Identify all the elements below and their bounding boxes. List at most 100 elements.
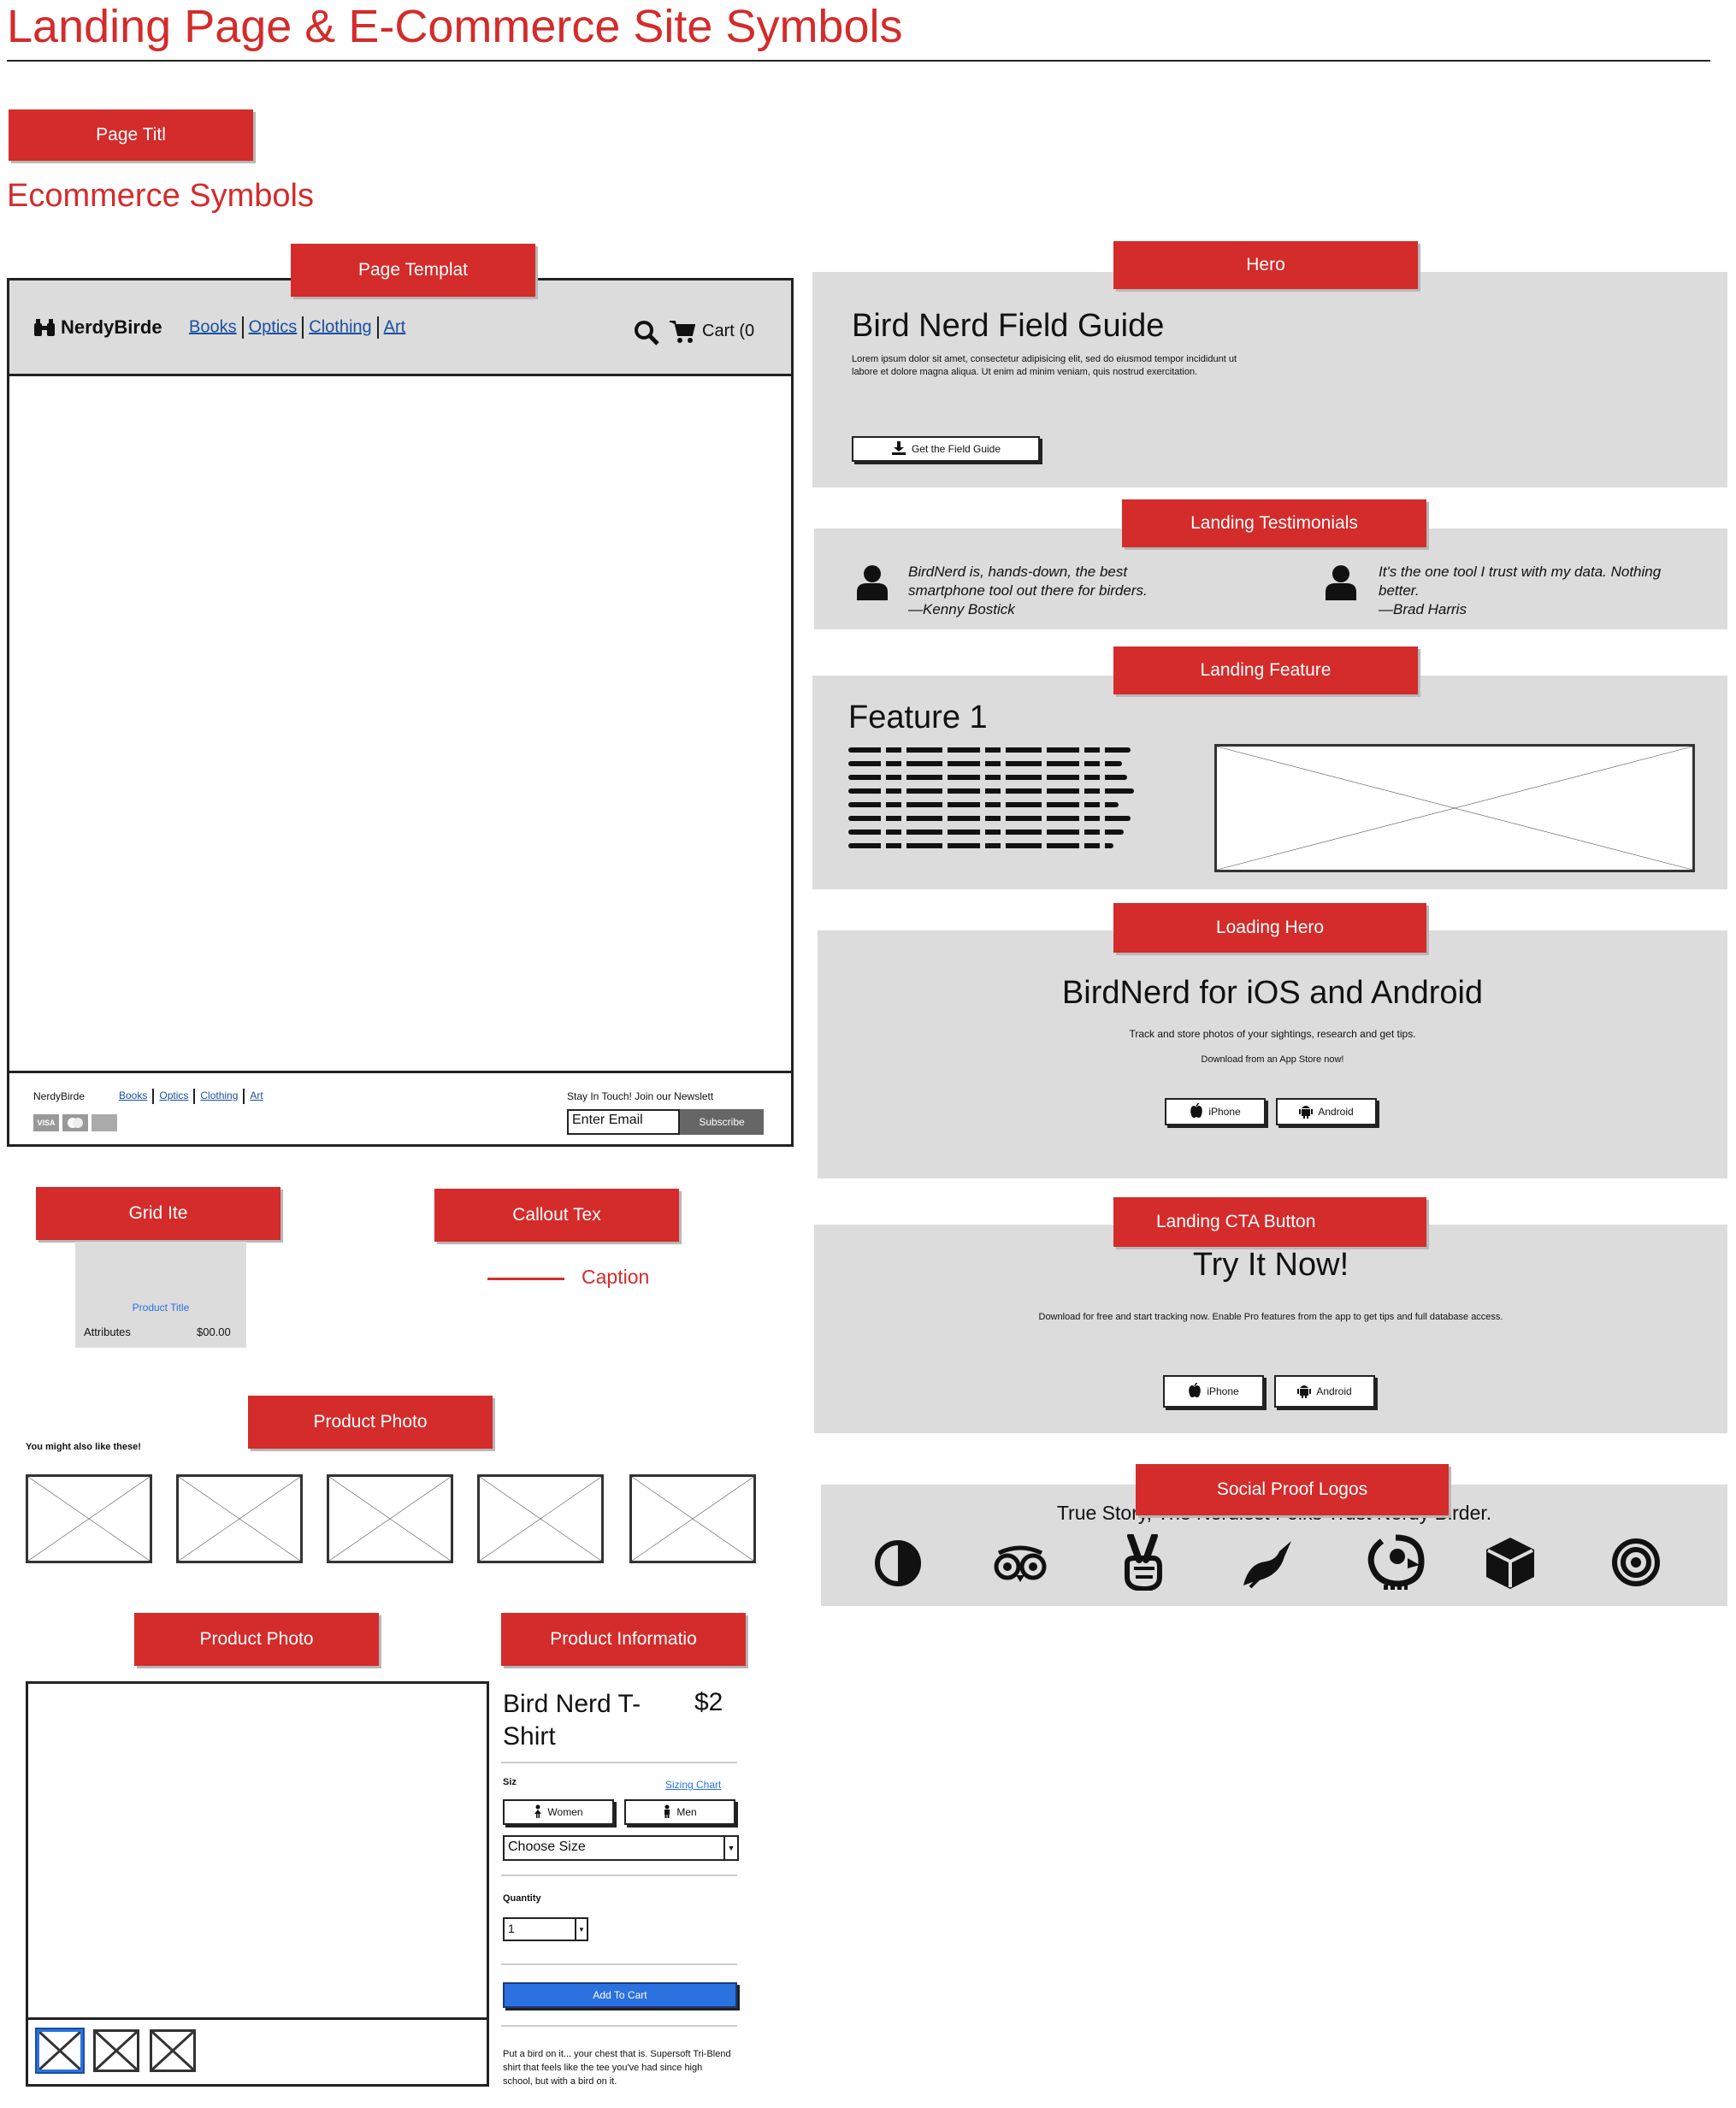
strip-image-4[interactable]	[477, 1474, 604, 1563]
android-button[interactable]: Android	[1276, 1098, 1377, 1125]
loading-hero-panel: BirdNerd for iOS and Android Track and s…	[818, 930, 1727, 1178]
visa-icon: VISA	[33, 1114, 59, 1131]
product-name: Bird Nerd T-Shirt	[503, 1690, 641, 1751]
callout-line	[487, 1278, 564, 1280]
loading-hero-title: BirdNerd for iOS and Android	[1061, 975, 1484, 1011]
hero-body: Lorem ipsum dolor sit amet, consectetur …	[852, 354, 1237, 377]
man-icon	[663, 1804, 671, 1821]
nav-optics[interactable]: Optics	[249, 317, 298, 336]
size-label: Siz	[503, 1777, 517, 1787]
testimonial-2-quote: It's the one tool I trust with my data. …	[1379, 564, 1662, 599]
android-icon	[1297, 1383, 1312, 1401]
footer-nav-art[interactable]: Art	[250, 1089, 263, 1101]
testimonial-1-quote: BirdNerd is, hands-down, the best smartp…	[908, 564, 1148, 599]
label-social-proof-logos: Social Proof Logos	[1136, 1464, 1449, 1515]
get-field-guide-button[interactable]: Get the Field Guide	[852, 436, 1040, 462]
testimonial-2-author: —Brad Harris	[1379, 601, 1467, 617]
sizing-chart-link[interactable]: Sizing Chart	[665, 1779, 721, 1791]
product-photo-frame	[26, 1681, 489, 2087]
product-thumbnail-divider	[28, 2017, 487, 2020]
page-template-frame: NerdyBirde Books Optics Clothing Art Cart (…	[7, 278, 794, 1147]
feature-title: Feature 1	[848, 700, 988, 735]
email-field[interactable]: Enter Email	[567, 1109, 680, 1135]
label-page-title: Page Titl	[9, 109, 253, 161]
grid-item-attributes: Attributes	[84, 1326, 131, 1338]
label-product-photo: Product Photo	[134, 1613, 379, 1666]
person-icon	[857, 564, 888, 600]
loading-hero-cta: Download from an App Store now!	[1201, 1054, 1344, 1065]
person-icon	[1326, 564, 1356, 600]
template-footer: NerdyBirde Books Optics Clothing Art VISA S…	[9, 1071, 791, 1144]
product-thumbnail-2[interactable]	[93, 2029, 139, 2072]
strip-image-3[interactable]	[327, 1474, 453, 1563]
women-button[interactable]: Women	[503, 1799, 614, 1825]
loading-hero-subtitle: Track and store photos of your sightings…	[1129, 1028, 1416, 1040]
android-button[interactable]: Android	[1274, 1375, 1375, 1408]
nav-books[interactable]: Books	[189, 317, 237, 336]
label-product-photo-strip: Product Photo	[248, 1396, 493, 1449]
grid-item-title[interactable]: Product Title	[75, 1302, 246, 1314]
download-icon	[891, 440, 906, 458]
label-landing-cta-button: Landing CTA Button	[1113, 1197, 1426, 1247]
newsletter-label: Stay In Touch! Join our Newslett	[567, 1090, 714, 1102]
half-circle-icon	[874, 1539, 922, 1587]
footer-brand: NerdyBirde	[33, 1090, 86, 1102]
footer-nav-optics[interactable]: Optics	[159, 1089, 188, 1101]
template-brand[interactable]: NerdyBirde	[61, 316, 162, 339]
footer-nav-clothing[interactable]: Clothing	[200, 1089, 238, 1101]
label-hero: Hero	[1113, 241, 1418, 289]
amex-icon	[92, 1114, 117, 1131]
woman-icon	[534, 1804, 542, 1821]
label-loading-hero: Loading Hero	[1113, 903, 1426, 953]
product-thumbnail-3[interactable]	[150, 2029, 196, 2072]
parrot-icon	[1365, 1534, 1426, 1592]
android-label: Android	[1316, 1385, 1352, 1397]
template-nav: Books Optics Clothing Art	[189, 316, 405, 339]
footer-nav-books[interactable]: Books	[119, 1089, 147, 1101]
product-description: Put a bird on it... your chest that is. …	[503, 2049, 731, 2087]
strip-image-2[interactable]	[176, 1474, 303, 1563]
grid-item-price: $00.00	[197, 1326, 231, 1338]
label-landing-feature: Landing Feature	[1113, 647, 1418, 694]
callout-caption: Caption	[582, 1266, 650, 1288]
subscribe-button[interactable]: Subscribe	[680, 1109, 764, 1135]
iphone-label: iPhone	[1208, 1106, 1241, 1118]
quantity-stepper[interactable]: 1 ▼	[503, 1917, 588, 1941]
chevron-down-icon: ▼	[575, 1919, 587, 1940]
cta-body: Download for free and start tracking now…	[1038, 1312, 1503, 1322]
nav-art[interactable]: Art	[384, 317, 406, 336]
peace-hand-icon	[1120, 1532, 1165, 1592]
divider	[501, 1875, 737, 1876]
cube-icon	[1485, 1536, 1536, 1591]
android-label: Android	[1318, 1106, 1354, 1118]
men-label: Men	[676, 1806, 697, 1818]
target-icon	[1611, 1538, 1661, 1587]
product-info: Bird Nerd T-Shirt $2 Siz Sizing Chart Wo…	[501, 1681, 741, 2087]
iphone-label: iPhone	[1207, 1385, 1239, 1397]
product-thumbnail-1[interactable]	[37, 2029, 83, 2072]
quantity-label: Quantity	[503, 1893, 541, 1904]
size-select[interactable]: Choose Size ▼	[503, 1835, 739, 1861]
testimonial-1-author: —Kenny Bostick	[908, 601, 1015, 617]
add-to-cart-button[interactable]: Add To Cart	[503, 1982, 737, 2008]
chevron-down-icon: ▼	[723, 1837, 737, 1859]
nav-clothing[interactable]: Clothing	[309, 317, 371, 336]
bird-leaf-icon	[1240, 1538, 1296, 1589]
search-icon[interactable]	[634, 320, 659, 345]
grid-item-card[interactable]: Product Title Attributes $00.00	[75, 1242, 246, 1348]
quantity-value: 1	[508, 1922, 515, 1935]
iphone-button[interactable]: iPhone	[1163, 1375, 1264, 1408]
tripadvisor-owl-icon	[992, 1544, 1048, 1584]
label-page-template: Page Templat	[291, 244, 535, 297]
label-landing-testimonials: Landing Testimonials	[1122, 499, 1426, 547]
strip-image-5[interactable]	[629, 1474, 756, 1563]
divider	[501, 2025, 737, 2027]
cart-label[interactable]: Cart (0	[702, 322, 754, 341]
cart-icon[interactable]	[670, 320, 696, 344]
iphone-button[interactable]: iPhone	[1165, 1098, 1266, 1125]
men-button[interactable]: Men	[624, 1799, 735, 1825]
size-select-value: Choose Size	[508, 1839, 586, 1854]
hero-panel: Bird Nerd Field Guide Lorem ipsum dolor …	[812, 272, 1727, 487]
strip-image-1[interactable]	[26, 1474, 152, 1563]
feature-image-placeholder	[1214, 744, 1695, 872]
